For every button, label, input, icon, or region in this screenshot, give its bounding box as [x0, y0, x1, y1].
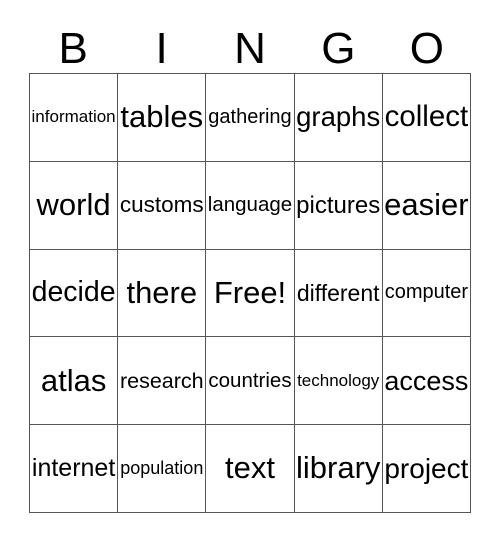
bingo-header: B I N G O — [29, 22, 471, 73]
bingo-cell-label: decide — [31, 276, 116, 309]
bingo-cell-label: library — [295, 450, 381, 486]
bingo-cell-label: information — [31, 107, 116, 127]
bingo-cell[interactable]: decide — [30, 249, 119, 338]
bingo-cell[interactable]: population — [118, 425, 207, 513]
bingo-cell-label: graphs — [296, 100, 381, 132]
bingo-cell[interactable]: graphs — [294, 74, 383, 162]
bingo-cell-label: technology — [297, 370, 380, 390]
bingo-cell-label: tables — [120, 99, 204, 135]
bingo-cell-label: customs — [119, 192, 204, 218]
bingo-cell[interactable]: countries — [206, 337, 295, 426]
header-letter-n: N — [234, 24, 266, 73]
bingo-cell[interactable]: world — [30, 161, 119, 250]
bingo-cell[interactable]: library — [294, 425, 383, 513]
bingo-cell-label: atlas — [40, 362, 107, 398]
bingo-cell[interactable]: access — [382, 337, 471, 426]
bingo-cell-label: collect — [384, 99, 469, 133]
bingo-cell-label: Free! — [213, 274, 287, 310]
bingo-cell-label: access — [384, 365, 469, 396]
bingo-cell[interactable]: information — [30, 74, 119, 162]
bingo-cell[interactable]: internet — [30, 425, 119, 513]
bingo-cell[interactable]: pictures — [294, 161, 383, 250]
header-letter-o: O — [409, 24, 444, 73]
bingo-cell[interactable]: language — [206, 161, 295, 250]
bingo-cell-label: population — [120, 458, 204, 479]
bingo-cell[interactable]: there — [118, 249, 207, 338]
bingo-cell[interactable]: collect — [382, 74, 471, 162]
bingo-cell[interactable]: research — [118, 337, 207, 426]
bingo-cell[interactable]: gathering — [206, 74, 295, 162]
bingo-cell[interactable]: tables — [118, 74, 207, 162]
bingo-cell-label: text — [225, 450, 275, 486]
bingo-cell-label: easier — [384, 186, 469, 222]
bingo-cell-free[interactable]: Free! — [206, 249, 295, 338]
header-letter-i: I — [155, 24, 168, 73]
bingo-card: B I N G O information tables gathering g… — [0, 0, 500, 544]
bingo-cell-label: world — [36, 186, 111, 222]
bingo-cell[interactable]: customs — [118, 161, 207, 250]
bingo-cell-label: project — [384, 452, 469, 484]
bingo-cell-label: countries — [208, 369, 292, 393]
bingo-cell-label: language — [207, 193, 293, 217]
bingo-cell[interactable]: project — [382, 425, 471, 513]
bingo-cell-label: pictures — [296, 191, 381, 219]
bingo-cell-label: research — [119, 368, 204, 393]
header-letter-g: G — [321, 24, 356, 73]
bingo-cell[interactable]: text — [206, 425, 295, 513]
bingo-grid: information tables gathering graphs coll… — [29, 73, 471, 513]
bingo-cell[interactable]: technology — [294, 337, 383, 426]
bingo-cell[interactable]: easier — [382, 161, 471, 250]
bingo-cell[interactable]: different — [294, 249, 383, 338]
bingo-cell[interactable]: atlas — [30, 337, 119, 426]
bingo-cell-label: different — [296, 279, 380, 306]
header-letter-b: B — [58, 24, 88, 73]
bingo-cell-label: computer — [384, 281, 469, 304]
bingo-cell-label: internet — [31, 454, 116, 483]
bingo-cell-label: gathering — [208, 105, 292, 128]
bingo-cell[interactable]: computer — [382, 249, 471, 338]
bingo-cell-label: there — [126, 274, 198, 310]
